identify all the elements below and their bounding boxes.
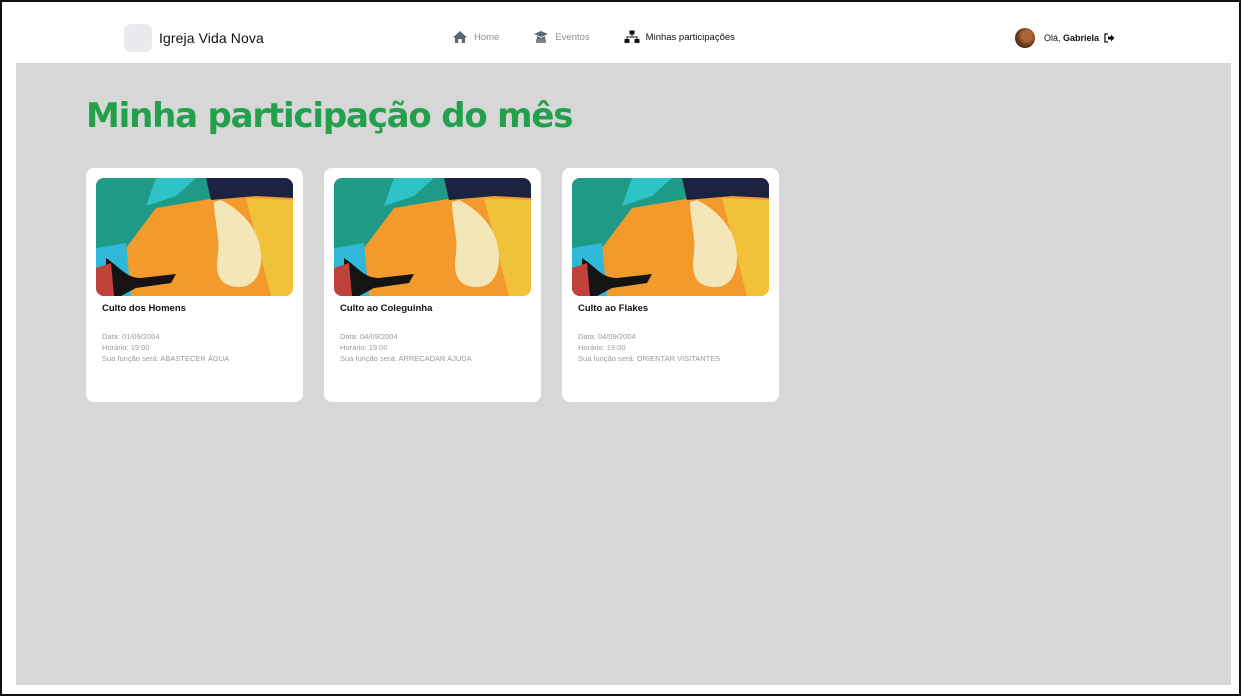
event-image [334, 178, 531, 296]
brand-logo [124, 24, 152, 52]
user-menu[interactable]: Olá, Gabriela [1015, 28, 1115, 48]
event-details: Data: 04/09/2004 Horário: 19:00 Sua funç… [578, 331, 720, 364]
event-time: Horário: 19:00 [340, 343, 388, 352]
event-image [572, 178, 769, 296]
avatar [1015, 28, 1035, 48]
nav-item-minhas-participacoes[interactable]: Minhas participações [624, 30, 735, 44]
event-card[interactable]: Culto dos Homens Data: 01/09/2004 Horári… [86, 168, 303, 402]
event-date: Data: 04/09/2004 [578, 332, 636, 341]
sitemap-icon [624, 30, 640, 44]
main-content: Minha participação do mês Culto dos Home… [16, 63, 1231, 685]
event-role: Sua função será: ORIENTAR VISITANTES [578, 354, 721, 363]
brand[interactable]: Igreja Vida Nova [124, 24, 264, 52]
nav-item-home[interactable]: Home [452, 30, 499, 44]
event-time: Horário: 19:00 [102, 343, 150, 352]
nav-item-label: Home [474, 31, 500, 43]
greeting-text: Olá, [1044, 33, 1061, 43]
home-icon [452, 30, 468, 44]
event-card-list: Culto dos Homens Data: 01/09/2004 Horári… [86, 168, 800, 402]
logout-icon[interactable] [1104, 33, 1115, 43]
event-title: Culto ao Flakes [578, 303, 649, 314]
nav-item-eventos[interactable]: Eventos [533, 30, 590, 44]
event-time: Horário: 19:00 [578, 343, 626, 352]
event-details: Data: 01/09/2004 Horário: 19:00 Sua funç… [102, 331, 229, 364]
nav-item-label: Minhas participações [645, 31, 735, 43]
event-card[interactable]: Culto ao Flakes Data: 04/09/2004 Horário… [562, 168, 779, 402]
event-details: Data: 04/09/2004 Horário: 19:00 Sua funç… [340, 331, 472, 364]
event-date: Data: 04/09/2004 [340, 332, 398, 341]
event-card[interactable]: Culto ao Coleguinha Data: 04/09/2004 Hor… [324, 168, 541, 402]
brand-name: Igreja Vida Nova [159, 30, 264, 46]
event-title: Culto dos Homens [102, 303, 186, 314]
user-greeting: Olá, Gabriela [1044, 33, 1099, 43]
main-nav: Home Eventos Minhas participações [452, 30, 769, 44]
event-image [96, 178, 293, 296]
graduation-cap-icon [533, 30, 549, 44]
event-role: Sua função será: ARRECADAR AJUDA [340, 354, 472, 363]
event-title: Culto ao Coleguinha [340, 303, 433, 314]
app-frame: Igreja Vida Nova Home Eventos Minhas par… [0, 0, 1241, 696]
top-navbar: Igreja Vida Nova Home Eventos Minhas par… [2, 2, 1239, 62]
page-title: Minha participação do mês [86, 96, 573, 136]
event-role: Sua função será: ABASTECER ÁGUA [102, 354, 230, 363]
nav-item-label: Eventos [555, 31, 590, 43]
user-name: Gabriela [1063, 33, 1100, 43]
event-date: Data: 01/09/2004 [102, 332, 160, 341]
